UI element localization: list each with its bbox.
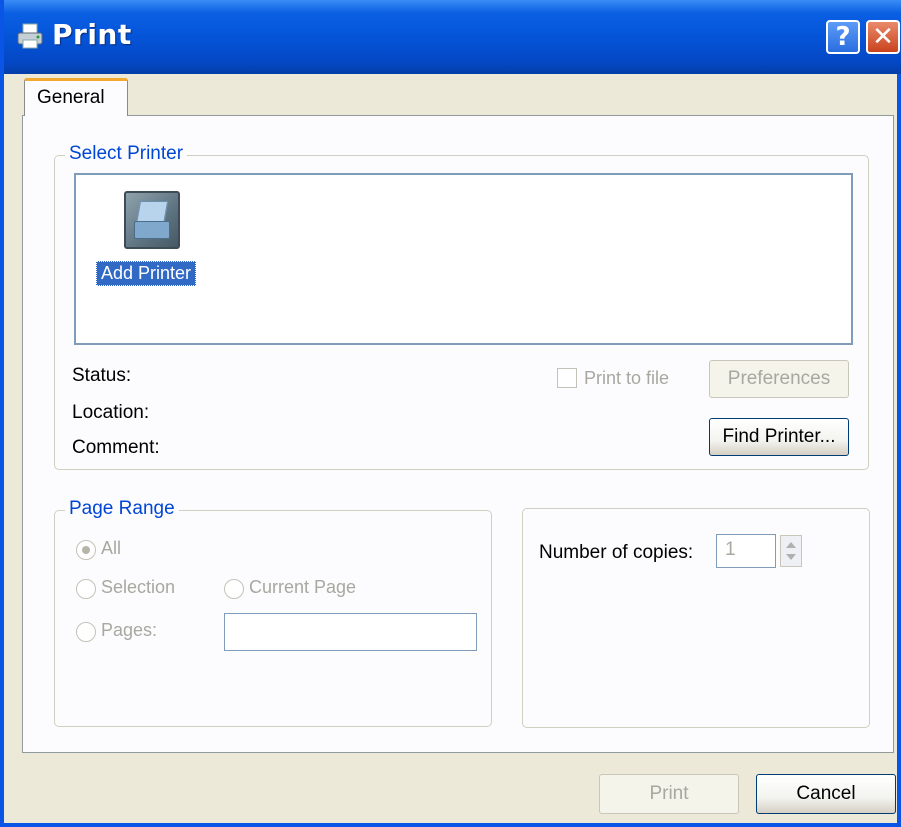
printer-item-add-printer[interactable]: Add Printer — [96, 261, 197, 286]
radio-selection[interactable] — [76, 579, 96, 599]
find-printer-button[interactable]: Find Printer... — [709, 418, 849, 456]
radio-all-label: All — [101, 538, 122, 558]
page-range-label: Page Range — [65, 498, 179, 520]
add-printer-icon[interactable] — [124, 191, 180, 249]
printer-list[interactable]: Add Printer — [74, 173, 853, 345]
close-button[interactable]: ✕ — [866, 20, 900, 54]
select-printer-label: Select Printer — [65, 143, 188, 165]
comment-label: Comment: — [72, 437, 160, 458]
help-button[interactable]: ? — [826, 20, 860, 54]
preferences-button[interactable]: Preferences — [709, 360, 849, 398]
printer-icon — [17, 23, 43, 49]
copies-input[interactable]: 1 — [716, 534, 776, 568]
status-label: Status: — [72, 365, 132, 386]
radio-all[interactable] — [76, 540, 96, 560]
title-bar[interactable]: Print ? ✕ — [4, 0, 901, 74]
radio-current-page-label: Current Page — [249, 577, 357, 597]
copies-group — [522, 508, 870, 728]
cancel-button[interactable]: Cancel — [756, 774, 896, 814]
window-title: Print — [52, 18, 132, 51]
location-label: Location: — [72, 402, 150, 423]
radio-pages[interactable] — [76, 622, 96, 642]
tab-general[interactable]: General — [24, 78, 128, 116]
copies-label: Number of copies: — [539, 542, 694, 563]
radio-selection-label: Selection — [101, 577, 176, 597]
print-button[interactable]: Print — [599, 774, 739, 814]
radio-current-page[interactable] — [224, 579, 244, 599]
print-dialog: Print ? ✕ General Select Printer Add Pri… — [0, 0, 901, 827]
pages-input[interactable] — [224, 613, 477, 651]
spin-down-icon[interactable] — [786, 554, 796, 560]
copies-spinner[interactable] — [780, 535, 802, 567]
spin-up-icon[interactable] — [786, 542, 796, 548]
print-to-file-label: Print to file — [584, 368, 670, 388]
radio-pages-label: Pages: — [101, 620, 158, 640]
print-to-file-checkbox[interactable] — [557, 368, 577, 388]
